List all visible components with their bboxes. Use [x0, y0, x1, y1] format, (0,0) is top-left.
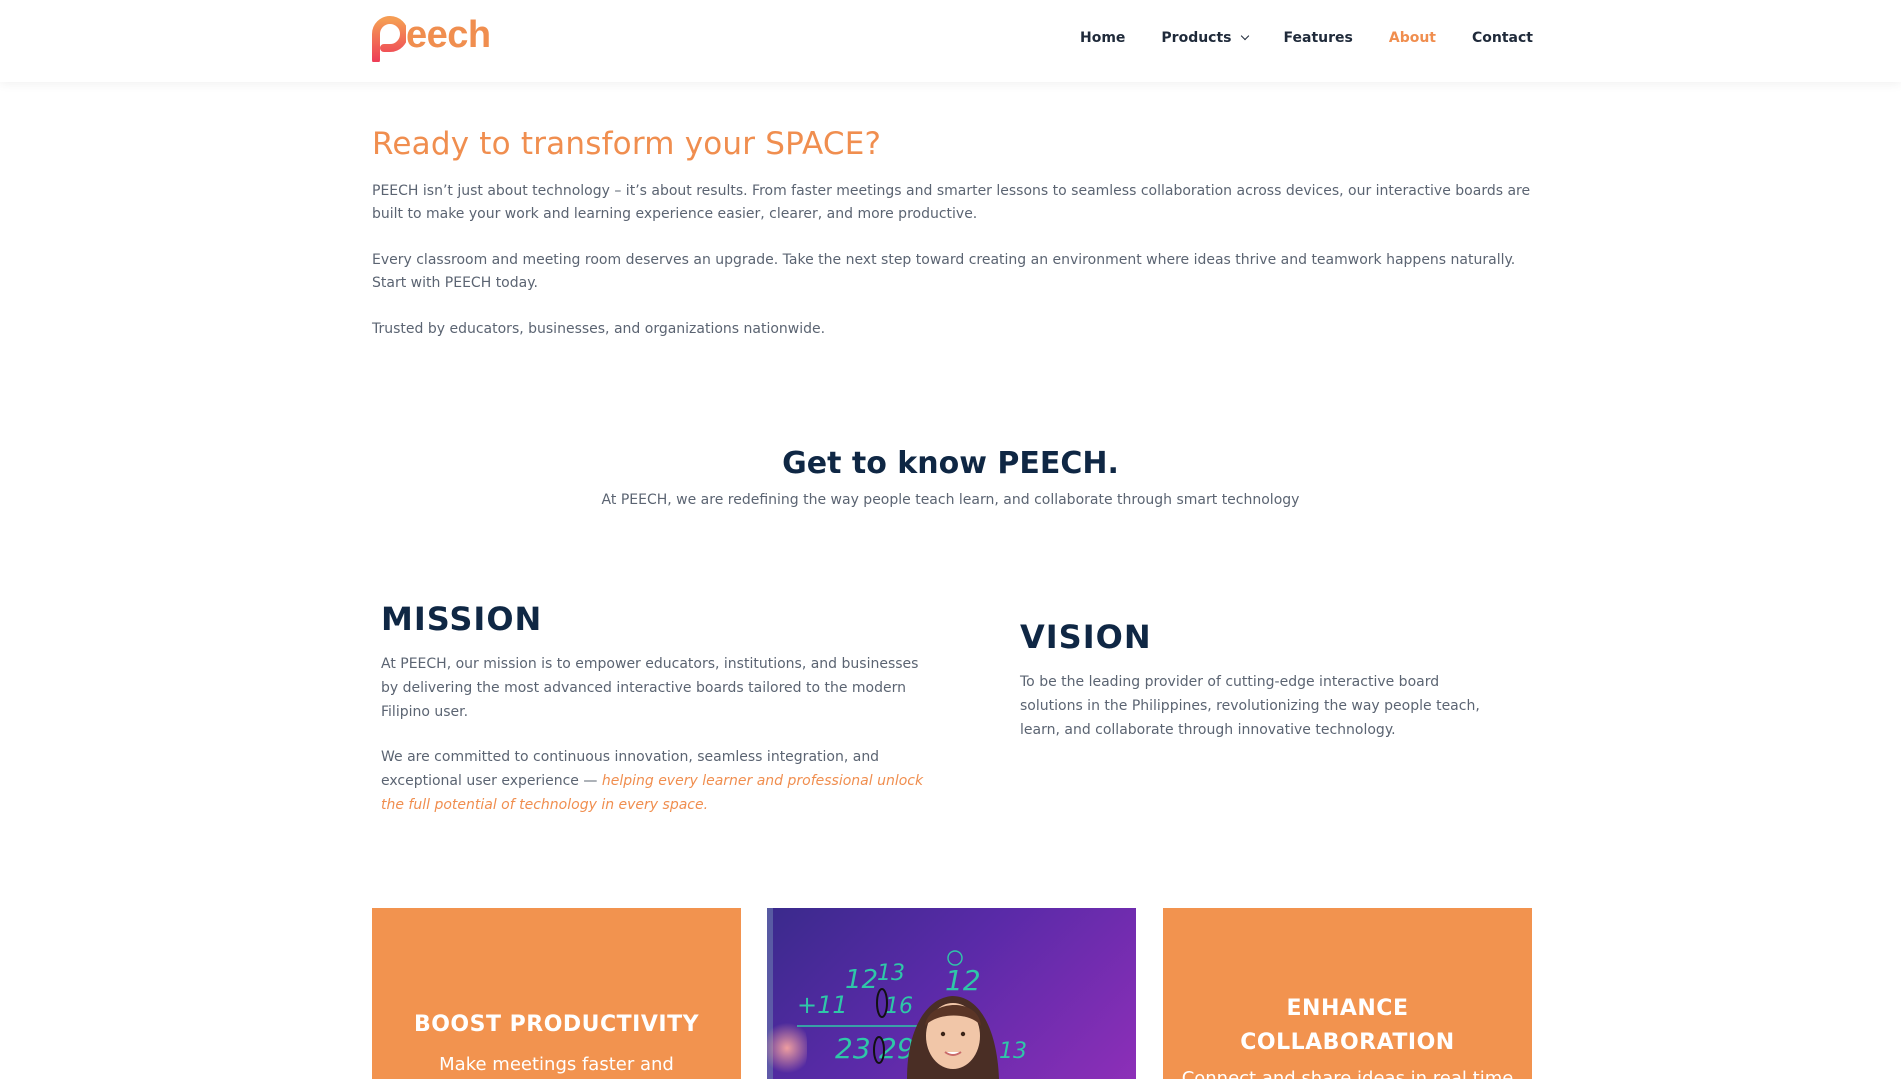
card-text: Connect and share ideas in real time: [1181, 1068, 1514, 1079]
peech-logo[interactable]: eech: [372, 14, 491, 64]
logo-initial-icon: [372, 16, 406, 62]
board-number: 16: [885, 994, 913, 1019]
nav-contact-label: Contact: [1472, 30, 1533, 46]
hero-paragraph-3: Trusted by educators, businesses, and or…: [372, 321, 826, 337]
nav-features-label: Features: [1283, 30, 1353, 46]
blurred-hand: [767, 1018, 807, 1078]
mission-paragraph-2: We are committed to continuous innovatio…: [381, 745, 936, 817]
board-number: +11: [797, 991, 848, 1019]
mission-title: MISSION: [381, 600, 543, 638]
vision-title: VISION: [1020, 618, 1152, 656]
nav-products-label: Products: [1161, 30, 1232, 46]
nav-about-label: About: [1388, 30, 1436, 46]
about-subtitle: At PEECH, we are redefining the way peop…: [601, 492, 1300, 508]
card-enhance-collaboration: ENHANCE COLLABORATION Connect and share …: [1163, 908, 1532, 1079]
nav-home[interactable]: Home: [1080, 30, 1125, 46]
card-title: BOOST PRODUCTIVITY: [413, 1012, 700, 1037]
card-title-line-1: ENHANCE: [1286, 996, 1409, 1021]
board-number: 13: [999, 1039, 1027, 1064]
card-image-student: 12 13 12 +11 16 23 29 13: [767, 908, 1136, 1079]
card-title: ENHANCE COLLABORATION: [1163, 992, 1532, 1060]
site-header: eech Home Products Features About Contac…: [0, 0, 1901, 82]
logo-text: eech: [406, 14, 491, 56]
board-number: 12: [945, 964, 981, 997]
about-title: Get to know PEECH.: [782, 446, 1119, 481]
hero-paragraph-1: PEECH isn’t just about technology – it’s…: [372, 183, 1531, 222]
hero-paragraph-2: Every classroom and meeting room deserve…: [372, 252, 1516, 291]
nav-about[interactable]: About: [1389, 30, 1436, 46]
nav-products[interactable]: Products: [1161, 30, 1249, 46]
nav-contact[interactable]: Contact: [1472, 30, 1533, 46]
board-number: 12: [845, 965, 878, 995]
nav-features[interactable]: Features: [1284, 30, 1353, 46]
board-number: 23: [835, 1032, 871, 1065]
student-whiteboard-image: 12 13 12 +11 16 23 29 13: [797, 950, 1027, 1079]
card-title-line-2: COLLABORATION: [1240, 1030, 1455, 1055]
card-text: Make meetings faster and: [439, 1054, 674, 1075]
board-number: 13: [877, 961, 905, 986]
main-nav: Home Products Features About Contact: [1044, 30, 1533, 46]
mission-paragraph-1: At PEECH, our mission is to empower educ…: [381, 656, 919, 720]
nav-home-label: Home: [1079, 30, 1126, 46]
chevron-down-icon: [1240, 31, 1249, 41]
vision-paragraph: To be the leading provider of cutting-ed…: [1020, 674, 1480, 738]
hero-title: Ready to transform your SPACE?: [372, 126, 882, 162]
card-boost-productivity: BOOST PRODUCTIVITY Make meetings faster …: [372, 908, 741, 1079]
